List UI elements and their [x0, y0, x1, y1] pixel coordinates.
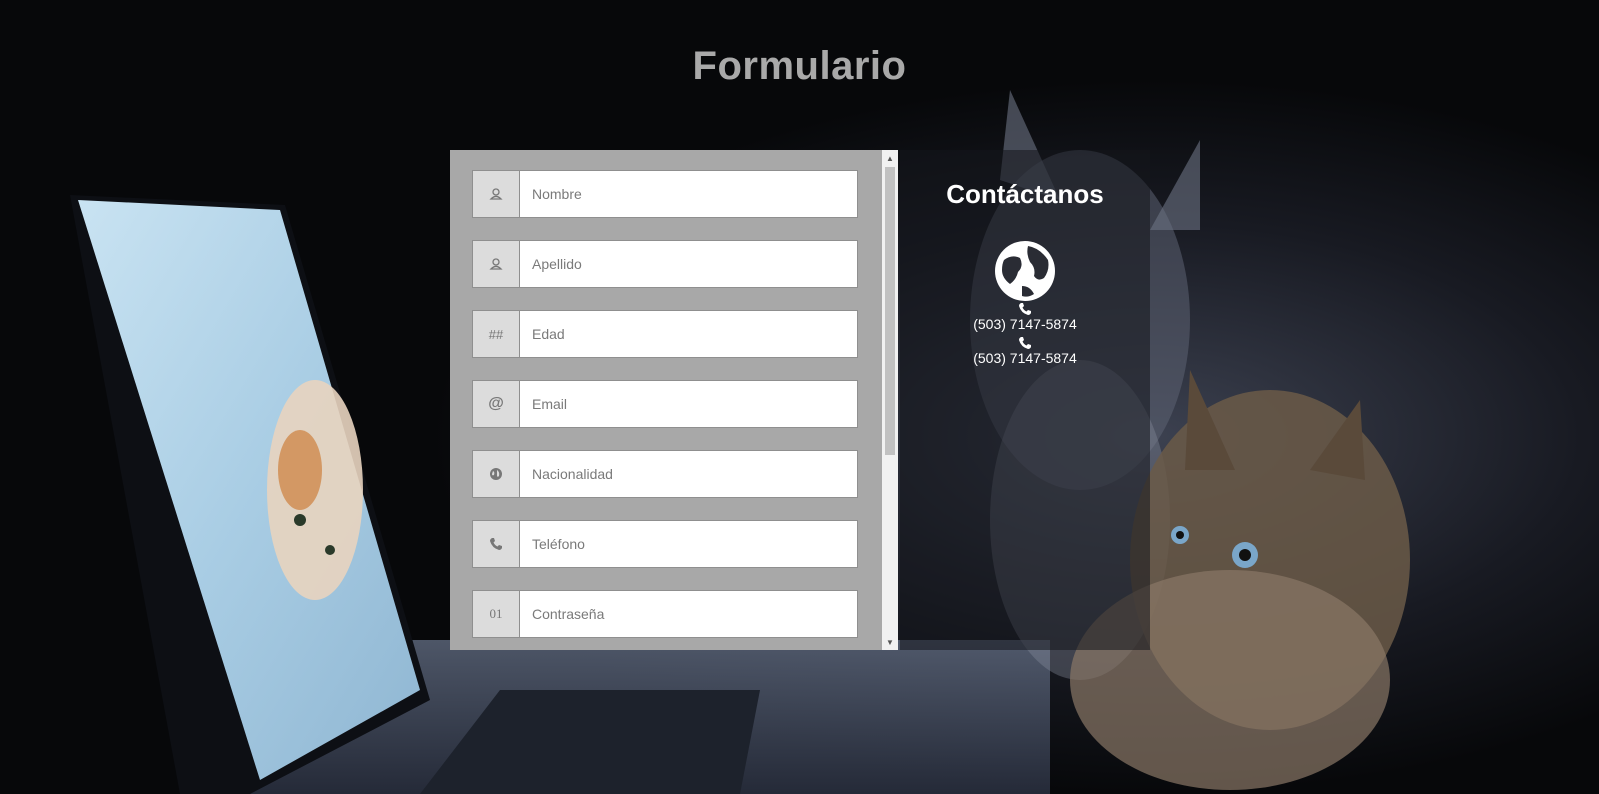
at-icon: @	[472, 380, 520, 428]
phone-icon	[1019, 303, 1031, 315]
phone-icon	[1019, 337, 1031, 349]
phone-field-row	[472, 520, 858, 568]
registration-form: ## @ 01 ▲ ▼	[450, 150, 898, 650]
email-input[interactable]	[520, 380, 858, 428]
globe-icon	[995, 241, 1055, 301]
page-title: Formulario	[692, 44, 907, 88]
password-input[interactable]	[520, 590, 858, 638]
scroll-down-arrow-icon[interactable]: ▼	[882, 634, 898, 650]
name-field-row	[472, 170, 858, 218]
binary-icon: 01	[472, 590, 520, 638]
phone-input[interactable]	[520, 520, 858, 568]
form-scrollbar[interactable]: ▲ ▼	[882, 150, 898, 650]
age-field-row: ##	[472, 310, 858, 358]
user-icon	[472, 240, 520, 288]
nationality-input[interactable]	[520, 450, 858, 498]
contact-phone: (503) 7147-5874	[973, 350, 1077, 366]
globe-icon	[472, 450, 520, 498]
user-icon	[472, 170, 520, 218]
scroll-thumb[interactable]	[885, 167, 895, 455]
password-field-row: 01	[472, 590, 858, 638]
lastname-field-row	[472, 240, 858, 288]
contact-panel: Contáctanos (503) 7147-5874 (503) 7147-5…	[900, 150, 1150, 650]
hash-icon: ##	[472, 310, 520, 358]
email-field-row: @	[472, 380, 858, 428]
contact-title: Contáctanos	[946, 179, 1104, 209]
nationality-field-row	[472, 450, 858, 498]
phone-icon	[472, 520, 520, 568]
name-input[interactable]	[520, 170, 858, 218]
scroll-up-arrow-icon[interactable]: ▲	[882, 150, 898, 166]
lastname-input[interactable]	[520, 240, 858, 288]
age-input[interactable]	[520, 310, 858, 358]
contact-phone: (503) 7147-5874	[973, 316, 1077, 332]
